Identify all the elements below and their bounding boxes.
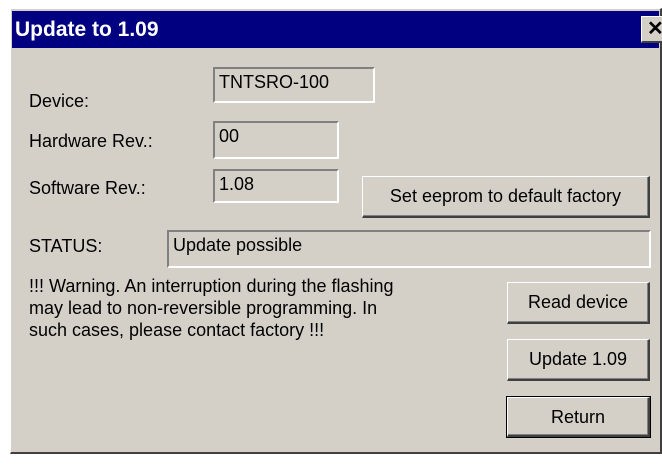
- window-title: Update to 1.09: [15, 18, 159, 41]
- close-icon: ✕: [647, 18, 662, 40]
- software-rev-label: Software Rev.:: [29, 178, 146, 198]
- close-button[interactable]: ✕: [641, 16, 662, 43]
- warning-line-3: such cases, please contact factory !!!: [29, 320, 325, 340]
- warning-message: !!! Warning. An interruption during the …: [29, 275, 499, 341]
- device-field: TNTSRO-100: [213, 67, 375, 103]
- warning-line-1: !!! Warning. An interruption during the …: [29, 276, 394, 296]
- device-label: Device:: [29, 91, 90, 111]
- read-device-button[interactable]: Read device: [507, 282, 650, 324]
- hardware-rev-field: 00: [213, 121, 339, 159]
- update-button[interactable]: Update 1.09: [507, 339, 650, 381]
- return-button[interactable]: Return: [506, 396, 651, 438]
- warning-line-2: may lead to non-reversible programming. …: [29, 298, 378, 318]
- status-label: STATUS:: [29, 236, 103, 256]
- title-bar[interactable]: Update to 1.09 ✕: [12, 11, 662, 48]
- hardware-rev-label: Hardware Rev.:: [29, 131, 153, 151]
- update-dialog: Update to 1.09 ✕ Device: TNTSRO-100 Hard…: [10, 8, 662, 454]
- set-eeprom-default-button[interactable]: Set eeprom to default factory: [362, 176, 650, 218]
- software-rev-field: 1.08: [213, 169, 339, 203]
- status-field: Update possible: [167, 230, 651, 268]
